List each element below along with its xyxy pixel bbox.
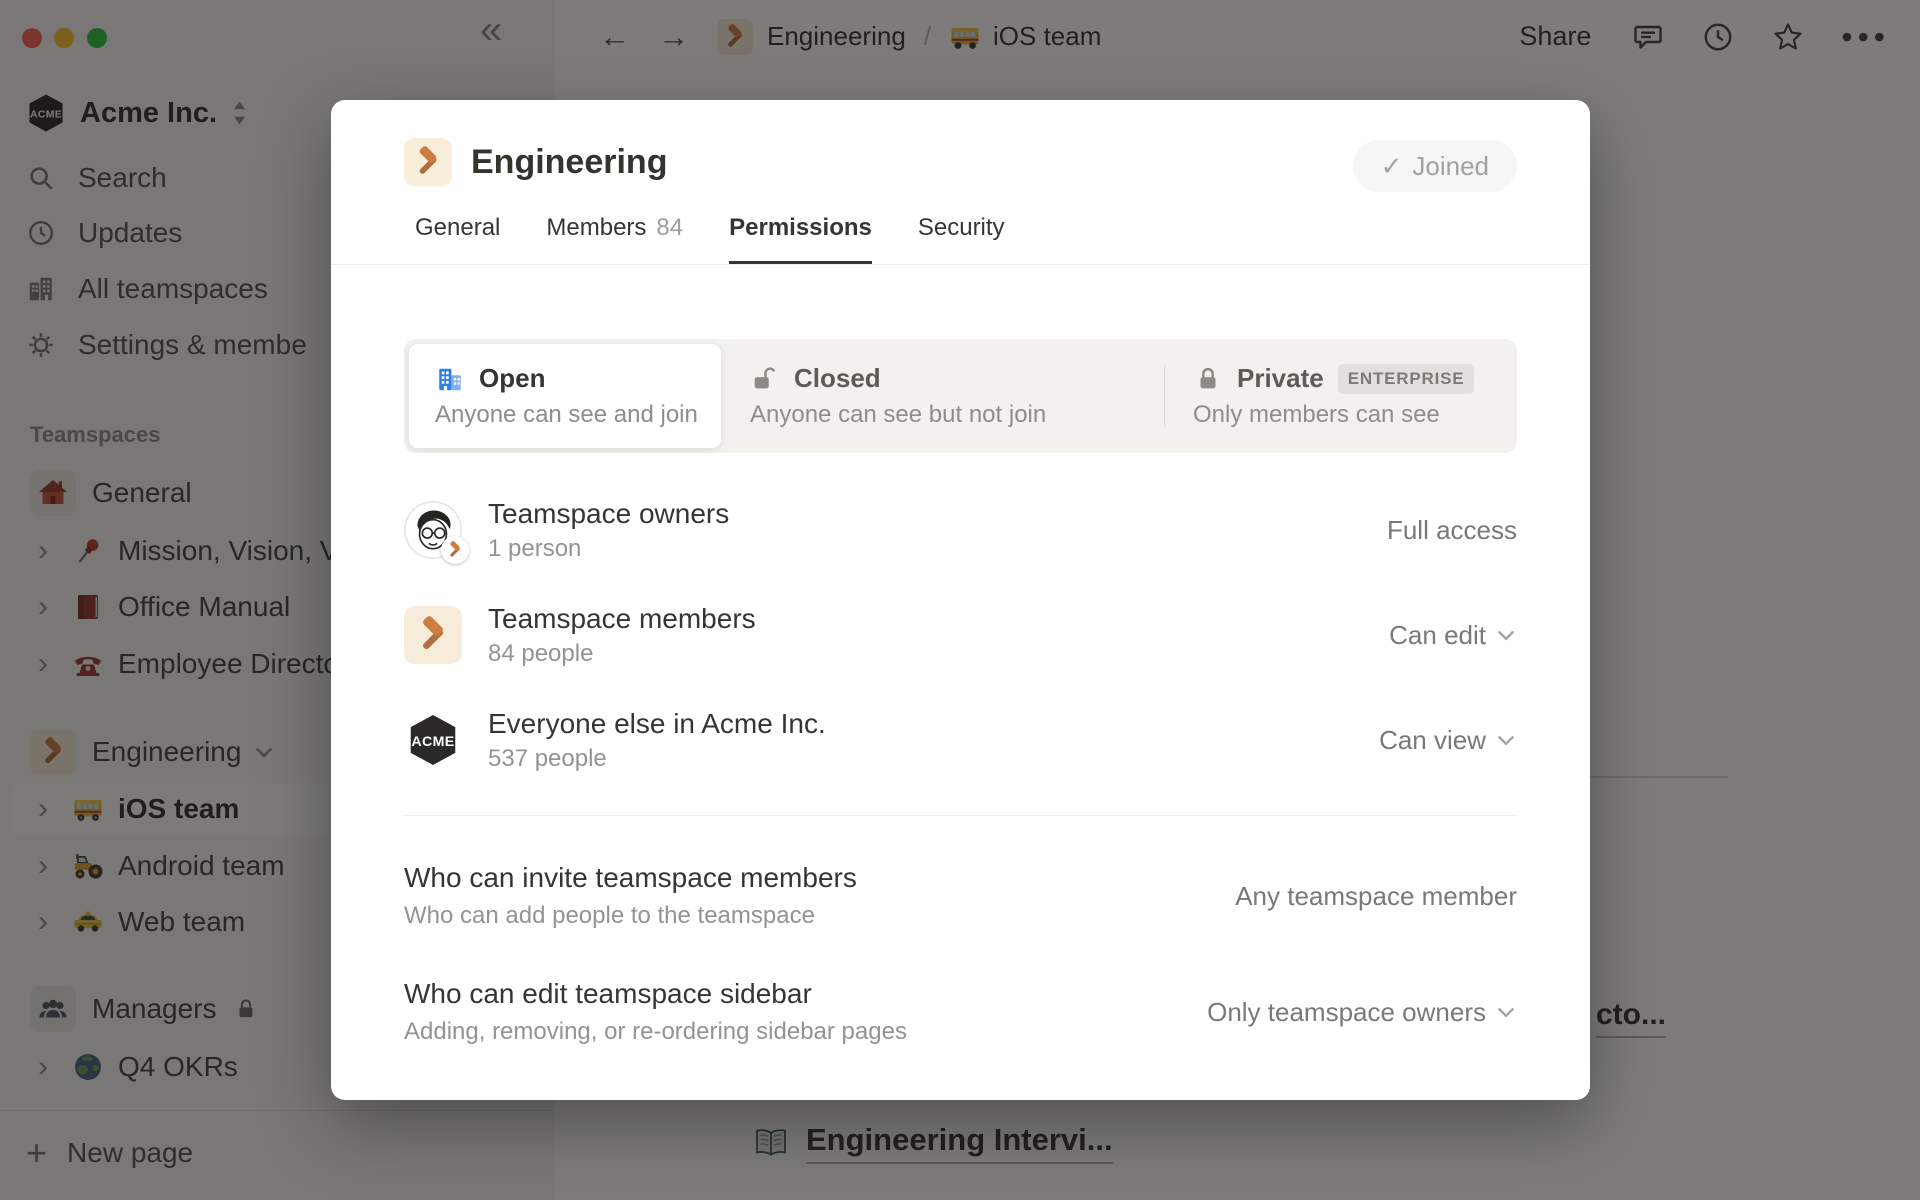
- setting-title: Who can edit teamspace sidebar: [404, 978, 907, 1010]
- access-row-everyone: ACME Everyone else in Acme Inc. 537 peop…: [404, 705, 1517, 775]
- setting-row-edit-sidebar: Who can edit teamspace sidebar Adding, r…: [404, 964, 1517, 1060]
- svg-text:ACME: ACME: [411, 734, 454, 750]
- blue-building-icon: [435, 364, 465, 394]
- hammer-icon: [404, 606, 462, 664]
- modal-title: Engineering: [471, 138, 667, 186]
- tab-members[interactable]: Members84: [546, 214, 683, 264]
- access-row-members: Teamspace members 84 people Can edit: [404, 600, 1517, 670]
- visibility-option-private[interactable]: Private ENTERPRISE Only members can see: [1165, 363, 1517, 429]
- setting-subtitle: Adding, removing, or re-ordering sidebar…: [404, 1018, 907, 1046]
- hammer-icon: [404, 138, 452, 186]
- setting-subtitle: Who can add people to the teamspace: [404, 902, 857, 930]
- hammer-icon: [441, 536, 469, 564]
- open-lock-icon: [750, 364, 780, 394]
- visibility-option-subtitle: Anyone can see but not join: [750, 401, 1164, 429]
- access-row-title: Teamspace owners: [488, 498, 729, 530]
- access-level-value: Full access: [1387, 515, 1517, 546]
- joined-button[interactable]: ✓ Joined: [1353, 140, 1517, 192]
- visibility-option-subtitle: Anyone can see and join: [435, 401, 721, 429]
- setting-row-invite: Who can invite teamspace members Who can…: [404, 848, 1517, 944]
- chevron-down-icon: [1495, 1001, 1517, 1023]
- access-row-title: Everyone else in Acme Inc.: [488, 708, 826, 740]
- chevron-down-icon: [1495, 729, 1517, 751]
- visibility-option-closed[interactable]: Closed Anyone can see but not join: [722, 363, 1164, 429]
- setting-value-dropdown[interactable]: Only teamspace owners: [1207, 997, 1517, 1028]
- visibility-option-subtitle: Only members can see: [1193, 401, 1517, 429]
- access-level-dropdown[interactable]: Can view: [1379, 725, 1517, 756]
- enterprise-badge: ENTERPRISE: [1338, 364, 1475, 394]
- setting-value[interactable]: Any teamspace member: [1235, 881, 1517, 912]
- access-level-dropdown[interactable]: Can edit: [1389, 620, 1517, 651]
- section-divider: [404, 815, 1517, 816]
- tab-permissions[interactable]: Permissions: [729, 214, 872, 264]
- app-window: « ACME Acme Inc. Search Updates All team…: [0, 0, 1920, 1200]
- tab-security[interactable]: Security: [918, 214, 1005, 264]
- visibility-segmented-control: Open Anyone can see and join Closed Anyo…: [404, 339, 1517, 453]
- access-row-subtitle: 1 person: [488, 535, 729, 563]
- check-icon: ✓: [1381, 151, 1403, 182]
- visibility-option-title: Private: [1237, 363, 1324, 394]
- tab-general[interactable]: General: [415, 214, 500, 264]
- access-row-title: Teamspace members: [488, 603, 756, 635]
- access-row-subtitle: 537 people: [488, 745, 826, 773]
- visibility-option-title: Open: [479, 363, 545, 394]
- modal-tabs: General Members84 Permissions Security: [415, 214, 1005, 264]
- setting-title: Who can invite teamspace members: [404, 862, 857, 894]
- teamspace-settings-modal: Engineering ✓ Joined General Members84 P…: [331, 100, 1590, 1100]
- acme-logo-icon: ACME: [404, 711, 462, 769]
- members-count: 84: [656, 214, 683, 245]
- closed-lock-icon: [1193, 364, 1223, 394]
- tabs-divider: [331, 264, 1590, 265]
- avatar: [404, 501, 462, 559]
- access-row-owners: Teamspace owners 1 person Full access: [404, 495, 1517, 565]
- visibility-option-title: Closed: [794, 363, 881, 394]
- joined-label: Joined: [1412, 151, 1489, 182]
- visibility-option-open[interactable]: Open Anyone can see and join: [408, 343, 722, 449]
- chevron-down-icon: [1495, 624, 1517, 646]
- access-row-subtitle: 84 people: [488, 640, 756, 668]
